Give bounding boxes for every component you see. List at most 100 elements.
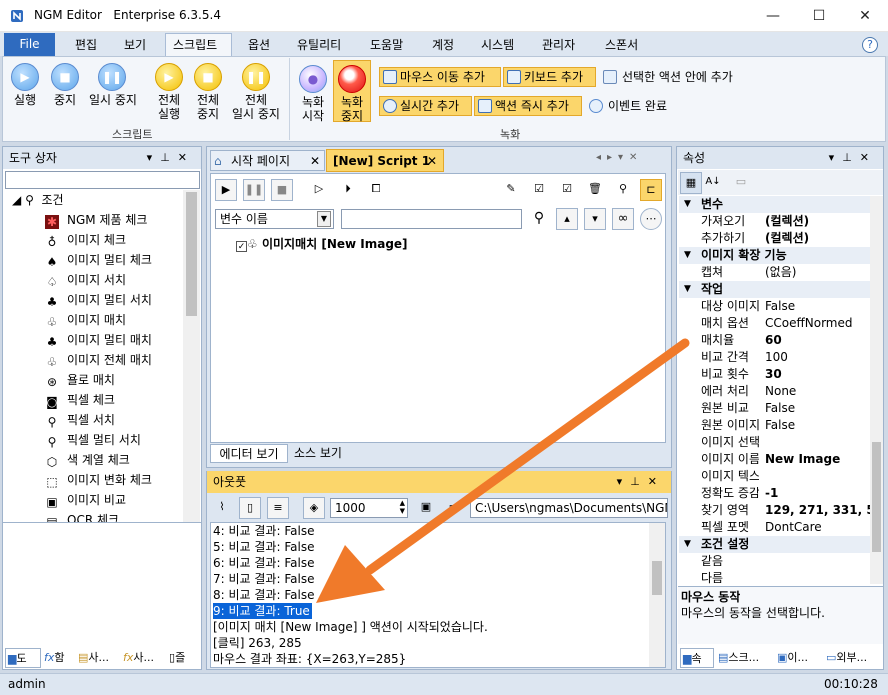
minimize-button[interactable]: —	[750, 0, 796, 32]
play-icon[interactable]: ▶	[215, 179, 237, 201]
toolbox-item[interactable]: ⚲ 픽셀 멀티 서치	[45, 430, 141, 450]
category-work[interactable]: ▼ 작업	[679, 281, 870, 298]
list-icon[interactable]: ≡	[267, 497, 289, 519]
tab-script-list[interactable]: ▤스크...	[716, 648, 772, 668]
tab-system[interactable]: 시스템	[481, 36, 514, 53]
scrollbar-thumb[interactable]	[186, 192, 197, 316]
toolbox-item[interactable]: ♠ 이미지 멀티 체크	[45, 250, 152, 270]
property-pages-icon[interactable]: ▭	[730, 172, 752, 194]
close-tab-icon[interactable]: ✕	[427, 150, 437, 171]
tab-external[interactable]: ▭외부...	[824, 648, 884, 668]
toolbox-item[interactable]: ⊛ 욜로 매치	[45, 370, 115, 390]
output-scrollbar[interactable]	[649, 523, 665, 667]
search-icon[interactable]: ⚲	[528, 208, 550, 230]
property-row[interactable]: 매치 옵션 CCoeffNormed	[698, 315, 870, 332]
toolbox-item[interactable]: ♁ 이미지 체크	[45, 230, 126, 250]
tab-functions[interactable]: fx함	[42, 648, 75, 668]
log-path-field[interactable]: C:\Users\ngmas\Documents\NGM6\	[470, 498, 668, 518]
file-tab[interactable]: File	[4, 33, 55, 56]
maximize-button[interactable]: ☐	[796, 0, 842, 32]
pause-all-button[interactable]: ❚❚	[242, 63, 270, 91]
step-play-icon[interactable]: ▷	[308, 179, 330, 201]
chevron-down-icon[interactable]: ▼	[684, 247, 691, 264]
tab-user[interactable]: ▤사...	[76, 648, 118, 668]
tree-view-icon[interactable]: ⊏	[640, 179, 662, 201]
tab-images[interactable]: ▣이...	[775, 648, 821, 668]
more-icon[interactable]: ⋯	[640, 208, 662, 230]
toolbox-item[interactable]: ◙ 픽셀 체크	[45, 390, 115, 410]
toolbox-item[interactable]: ⚲ 픽셀 서치	[45, 410, 115, 430]
chevron-down-icon[interactable]: ▼	[684, 536, 691, 553]
sort-az-icon[interactable]: A↓	[702, 172, 724, 194]
tab-nav-icon[interactable]: ◂▸▾✕	[596, 152, 643, 163]
chevron-down-icon[interactable]: ▼	[684, 281, 691, 298]
property-row[interactable]: 매치율 60	[698, 332, 870, 349]
delete-icon[interactable]: 🗑	[584, 179, 606, 201]
add-realtime-button[interactable]: 실시간 추가	[379, 96, 472, 116]
collapse-icon[interactable]: ◢	[12, 193, 21, 207]
toolbox-search-input[interactable]	[5, 171, 200, 189]
stop-button[interactable]: ■	[51, 63, 79, 91]
tab-view[interactable]: 보기	[124, 36, 146, 53]
close-tab-icon[interactable]: ✕	[310, 151, 320, 170]
panel-controls-icon[interactable]: ▾⊥✕	[829, 147, 877, 169]
pause-icon[interactable]: ❚❚	[243, 179, 265, 201]
property-row[interactable]: 같음	[698, 553, 870, 570]
loop-icon[interactable]: ∞	[612, 208, 634, 230]
property-row[interactable]: 추가하기 (컬렉션)	[698, 230, 870, 247]
tab-start-page[interactable]: ⌂ 시작 페이지 ✕	[210, 150, 325, 171]
property-row[interactable]: 정확도 증감 -1	[698, 485, 870, 502]
add-mouse-move-button[interactable]: 마우스 이동 추가	[379, 67, 501, 87]
tab-script[interactable]: 스크립트	[173, 36, 217, 53]
panel-controls-icon[interactable]: ▾⊥✕	[617, 471, 665, 493]
toolbox-item[interactable]: ▣ 이미지 비교	[45, 490, 126, 510]
property-row[interactable]: 비교 간격 100	[698, 349, 870, 366]
toolbox-item[interactable]: ♧ 이미지 매치	[45, 310, 126, 330]
eraser-icon[interactable]: ◈	[303, 497, 325, 519]
step-frame-icon[interactable]: ⧠	[365, 179, 387, 201]
tab-help[interactable]: 도움말	[370, 36, 403, 53]
broom-icon[interactable]: ⌇	[211, 497, 233, 519]
property-row[interactable]: 비교 횟수 30	[698, 366, 870, 383]
add-keyboard-button[interactable]: 키보드 추가	[503, 67, 596, 87]
tab-account[interactable]: 계정	[432, 36, 454, 53]
tab-properties[interactable]: ▆속	[680, 648, 714, 668]
property-row[interactable]: 가져오기 (컬렉션)	[698, 213, 870, 230]
close-button[interactable]: ✕	[842, 0, 888, 32]
toolbox-scrollbar[interactable]	[183, 190, 200, 522]
property-row[interactable]: 이미지 텍스트	[698, 468, 870, 485]
property-row[interactable]: 대상 이미지 False	[698, 298, 870, 315]
property-row[interactable]: 다름	[698, 570, 870, 587]
toolbox-item[interactable]: ⬡ 색 계열 체크	[45, 450, 130, 470]
category-variables[interactable]: ▼ 변수	[679, 196, 870, 213]
toolbox-item[interactable]: ♧ 이미지 전체 매치	[45, 350, 152, 370]
toolbox-item[interactable]: ✱ NGM 제품 체크	[45, 210, 147, 230]
stepper-arrows-icon[interactable]: ▲ ▼	[400, 499, 405, 515]
help-icon[interactable]: ?	[862, 37, 878, 53]
tab-favorites[interactable]: ▯즐	[167, 648, 201, 668]
property-row[interactable]: 이미지 선택	[698, 434, 870, 451]
folder-icon[interactable]: ▭	[443, 497, 465, 519]
properties-scrollbar[interactable]	[870, 196, 883, 584]
stop-all-button[interactable]: ■	[194, 63, 222, 91]
tab-source-view[interactable]: 소스 보기	[288, 444, 348, 463]
category-condition[interactable]: ▼ 조건 설정	[679, 536, 870, 553]
pause-button[interactable]: ❚❚	[98, 63, 126, 91]
property-row[interactable]: 이미지 이름 New Image	[698, 451, 870, 468]
page-search-icon[interactable]: ▯	[239, 497, 261, 519]
step-next-icon[interactable]: ⏵	[337, 179, 359, 201]
property-row[interactable]: 에러 처리 None	[698, 383, 870, 400]
category-image-extension[interactable]: ▼ 이미지 확장 기능	[679, 247, 870, 264]
categorized-icon[interactable]: ▦	[680, 172, 702, 194]
toolbox-item[interactable]: ⬚ 이미지 변화 체크	[45, 470, 152, 490]
scrollbar-thumb[interactable]	[652, 561, 662, 595]
toolbox-item[interactable]: ♣ 이미지 멀티 서치	[45, 290, 152, 310]
tab-admin[interactable]: 관리자	[542, 36, 575, 53]
tab-user-functions[interactable]: fx사...	[121, 648, 163, 668]
event-complete-button[interactable]: 이벤트 완료	[586, 96, 667, 116]
property-row[interactable]: 원본 이미지 False	[698, 417, 870, 434]
run-button[interactable]: ▶	[11, 63, 39, 91]
property-row[interactable]: 캡쳐 (없음)	[698, 264, 870, 281]
panel-controls-icon[interactable]: ▾⊥✕	[147, 147, 195, 169]
tab-edit[interactable]: 편집	[75, 36, 97, 53]
